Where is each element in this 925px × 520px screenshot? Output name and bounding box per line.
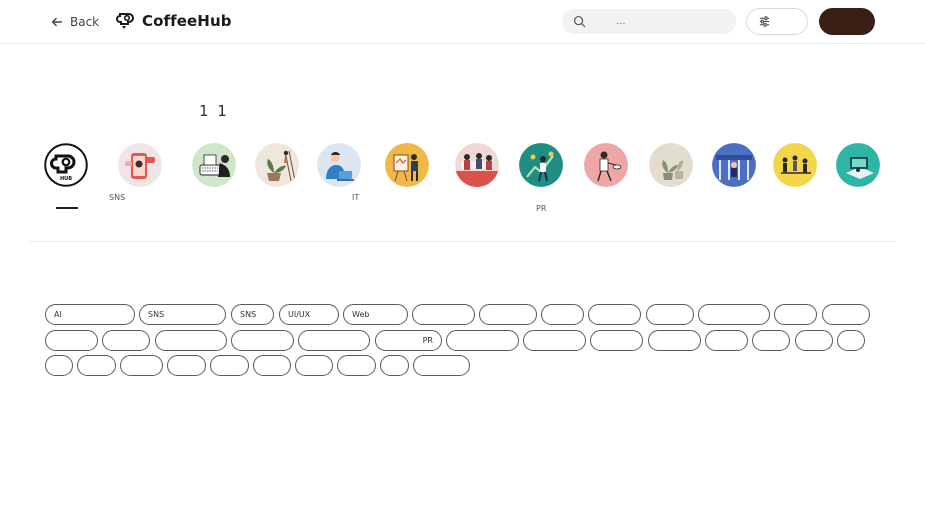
tag-chip[interactable] <box>822 304 870 325</box>
tag-chip[interactable] <box>298 330 370 351</box>
tag-chip[interactable] <box>295 355 333 376</box>
tag-chip[interactable] <box>698 304 770 325</box>
tag-chip[interactable] <box>648 330 701 351</box>
brand-logo[interactable]: CoffeeHub <box>116 10 232 32</box>
tag-chip[interactable]: AI <box>45 304 135 325</box>
primary-button[interactable] <box>819 8 875 35</box>
sliders-icon <box>759 16 769 27</box>
typewriter-illustration-icon <box>192 143 236 187</box>
category-online[interactable] <box>836 143 880 187</box>
search-input[interactable] <box>596 9 726 34</box>
team-meeting-illustration-icon <box>455 143 499 187</box>
plant-ladder-illustration-icon <box>255 143 299 187</box>
category-label-sns: SNS <box>109 193 126 202</box>
tag-chip[interactable] <box>231 330 294 351</box>
tag-chip[interactable] <box>523 330 586 351</box>
online-laptop-illustration-icon <box>836 143 880 187</box>
tag-chip[interactable]: SNS <box>139 304 226 325</box>
tag-chip[interactable] <box>380 355 409 376</box>
tag-chip[interactable] <box>120 355 163 376</box>
back-button[interactable]: Back <box>50 12 99 32</box>
tag-chip[interactable] <box>752 330 790 351</box>
tag-chip[interactable] <box>77 355 116 376</box>
category-cooking[interactable] <box>584 143 628 187</box>
tag-chip[interactable] <box>253 355 291 376</box>
category-pr[interactable] <box>519 143 563 187</box>
category-sns[interactable] <box>118 143 162 187</box>
tag-chip[interactable]: UI/UX <box>279 304 339 325</box>
developer-laptop-illustration-icon <box>317 143 361 187</box>
arrow-left-icon <box>51 17 63 27</box>
coffeehub-logo-icon <box>116 13 134 29</box>
tag-chip[interactable] <box>446 330 519 351</box>
tag-chip[interactable] <box>541 304 584 325</box>
tag-chip[interactable] <box>337 355 376 376</box>
people-chairs-illustration-icon <box>773 143 817 187</box>
category-plants[interactable] <box>649 143 693 187</box>
tag-chip[interactable]: PR <box>375 330 442 351</box>
category-gardening[interactable] <box>255 143 299 187</box>
back-label: Back <box>70 15 100 29</box>
category-label-it: IT <box>352 193 360 202</box>
tag-chip[interactable] <box>413 355 470 376</box>
category-community[interactable] <box>773 143 817 187</box>
chef-cooking-illustration-icon <box>584 143 628 187</box>
svg-text:HUB: HUB <box>60 176 72 182</box>
tag-chip[interactable] <box>774 304 817 325</box>
storefront-illustration-icon <box>712 143 756 187</box>
top-header: Back CoffeeHub <box>0 0 925 44</box>
category-label-pr: PR <box>536 204 547 213</box>
tag-chip[interactable] <box>837 330 865 351</box>
phone-social-illustration-icon <box>118 143 162 187</box>
category-art[interactable] <box>385 143 429 187</box>
tag-chip[interactable] <box>588 304 641 325</box>
section-title: 1 1 <box>199 102 229 120</box>
marketing-growth-illustration-icon <box>519 143 563 187</box>
category-it[interactable] <box>317 143 361 187</box>
tag-chip[interactable] <box>155 330 227 351</box>
category-all[interactable]: HUB <box>44 143 88 187</box>
painter-easel-illustration-icon <box>385 143 429 187</box>
tag-chip[interactable] <box>102 330 150 351</box>
tag-chip[interactable] <box>167 355 206 376</box>
tag-chip[interactable]: Web <box>343 304 408 325</box>
search-icon <box>573 15 586 28</box>
brand-name: CoffeeHub <box>142 12 232 30</box>
tag-chip[interactable]: SNS <box>231 304 274 325</box>
category-shop[interactable] <box>712 143 756 187</box>
tag-chip[interactable] <box>45 330 98 351</box>
active-category-indicator <box>56 207 78 209</box>
category-writing[interactable] <box>192 143 236 187</box>
filter-button[interactable] <box>746 8 808 35</box>
section-divider <box>29 241 896 242</box>
search-bar[interactable] <box>562 9 736 34</box>
tag-chip[interactable] <box>45 355 73 376</box>
category-business[interactable] <box>455 143 499 187</box>
coffeehub-logo-icon: HUB <box>44 143 88 187</box>
tag-chip[interactable] <box>795 330 833 351</box>
tag-chip[interactable] <box>479 304 537 325</box>
tag-chip[interactable] <box>412 304 475 325</box>
tag-chip[interactable] <box>705 330 748 351</box>
plants-illustration-icon <box>649 143 693 187</box>
tag-chip[interactable] <box>646 304 694 325</box>
tag-chip[interactable] <box>590 330 643 351</box>
tag-chip[interactable] <box>210 355 249 376</box>
